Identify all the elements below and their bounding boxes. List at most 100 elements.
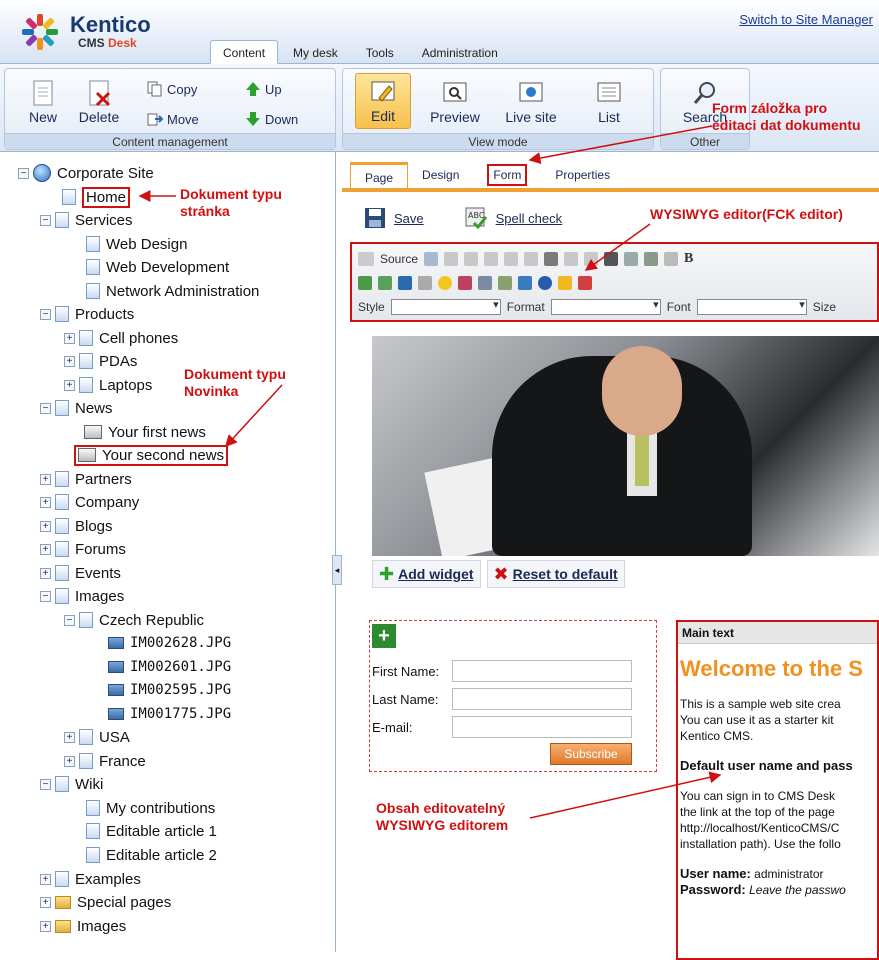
tree-item-special-pages[interactable]: + Special pages: [40, 891, 171, 913]
collapse-icon[interactable]: −: [64, 614, 75, 626]
remove-format-icon[interactable]: [664, 252, 679, 266]
collapse-icon[interactable]: −: [40, 778, 51, 790]
tree-root[interactable]: − Corporate Site: [18, 162, 154, 184]
bold-icon[interactable]: B: [684, 251, 693, 267]
new-button[interactable]: New: [15, 75, 71, 131]
special-char-icon[interactable]: [458, 276, 472, 290]
tree-item-im002628[interactable]: IM002628.JPG: [108, 632, 231, 654]
smiley-icon[interactable]: [438, 276, 452, 290]
up-button[interactable]: Up: [245, 79, 282, 99]
tree-item-czech-republic[interactable]: − Czech Republic: [64, 609, 204, 631]
inline-widget-icon[interactable]: [518, 276, 532, 290]
email-input[interactable]: [452, 716, 632, 738]
insert-media-icon[interactable]: [378, 276, 392, 290]
reset-to-default-button[interactable]: ✖ Reset to default: [486, 560, 625, 588]
expand-icon[interactable]: +: [64, 731, 75, 743]
tree-item-usa[interactable]: + USA: [64, 726, 130, 748]
paste-text-icon[interactable]: [504, 252, 519, 266]
add-widget-button[interactable]: ✚ Add widget: [372, 560, 481, 588]
tree-item-partners[interactable]: + Partners: [40, 468, 132, 490]
list-button[interactable]: List: [581, 75, 637, 131]
select-all-icon[interactable]: [644, 252, 659, 266]
tree-item-examples[interactable]: + Examples: [40, 868, 141, 890]
tree-item-your-second-news[interactable]: Your second news: [74, 444, 229, 466]
expand-icon[interactable]: +: [40, 543, 51, 555]
last-name-input[interactable]: [452, 688, 632, 710]
tab-page[interactable]: Page: [350, 162, 409, 188]
tree-item-pdas[interactable]: + PDAs: [64, 350, 137, 372]
tab-content[interactable]: Content: [210, 40, 279, 64]
collapse-icon[interactable]: −: [40, 214, 51, 226]
tab-administration[interactable]: Administration: [409, 40, 511, 64]
cut-icon[interactable]: [444, 252, 459, 266]
tree-item-network-administration[interactable]: Network Administration: [86, 280, 259, 302]
tree-item-my-contributions[interactable]: My contributions: [86, 797, 215, 819]
tree-item-news[interactable]: − News: [40, 397, 113, 419]
expand-icon[interactable]: +: [40, 567, 51, 579]
redo-icon[interactable]: [584, 252, 599, 266]
preview-button[interactable]: Preview: [427, 75, 483, 131]
tree-item-editable-article-1[interactable]: Editable article 1: [86, 820, 217, 842]
paste-icon[interactable]: [484, 252, 499, 266]
youtube-icon[interactable]: [578, 276, 592, 290]
expand-icon[interactable]: +: [64, 379, 75, 391]
find-icon[interactable]: [604, 252, 619, 266]
source-icon[interactable]: [358, 252, 374, 266]
expand-icon[interactable]: +: [40, 873, 51, 885]
inline-control-icon[interactable]: [498, 276, 512, 290]
main-text-zone[interactable]: Main text Welcome to the S This is a sam…: [676, 620, 879, 960]
style-select[interactable]: [390, 298, 501, 315]
tree-item-forums[interactable]: + Forums: [40, 538, 126, 560]
collapse-icon[interactable]: −: [40, 308, 51, 320]
tab-my-desk[interactable]: My desk: [280, 40, 351, 64]
link-icon[interactable]: [538, 276, 552, 290]
horizontal-rule-icon[interactable]: [418, 276, 432, 290]
star-icon[interactable]: [558, 276, 572, 290]
pane-splitter-handle[interactable]: ◂: [332, 555, 342, 585]
font-select[interactable]: [696, 298, 807, 315]
tree-item-france[interactable]: + France: [64, 750, 146, 772]
tree-item-images[interactable]: − Images: [40, 585, 124, 607]
delete-button[interactable]: Delete: [71, 75, 127, 131]
tree-item-wiki[interactable]: − Wiki: [40, 773, 103, 795]
tree-item-im002601[interactable]: IM002601.JPG: [108, 656, 231, 678]
tree-item-your-first-news[interactable]: Your first news: [84, 421, 206, 443]
tree-item-company[interactable]: + Company: [40, 491, 139, 513]
subscribe-button[interactable]: Subscribe: [550, 743, 632, 765]
print-icon[interactable]: [544, 252, 559, 266]
copy-button[interactable]: Copy: [147, 79, 197, 99]
undo-icon[interactable]: [564, 252, 579, 266]
collapse-icon[interactable]: −: [40, 590, 51, 602]
expand-icon[interactable]: +: [40, 520, 51, 532]
edit-button[interactable]: Edit: [355, 73, 411, 129]
expand-icon[interactable]: +: [64, 332, 75, 344]
down-button[interactable]: Down: [245, 109, 298, 129]
tree-item-home[interactable]: Home: [62, 186, 131, 208]
tree-item-im001775[interactable]: IM001775.JPG: [108, 703, 231, 725]
expand-icon[interactable]: +: [40, 496, 51, 508]
tab-properties[interactable]: Properties: [541, 162, 624, 188]
paste-word-icon[interactable]: [524, 252, 539, 266]
expand-icon[interactable]: +: [64, 355, 75, 367]
add-widget-plus-icon[interactable]: +: [372, 624, 396, 648]
tab-tools[interactable]: Tools: [353, 40, 407, 64]
page-break-icon[interactable]: [478, 276, 492, 290]
tab-design[interactable]: Design: [408, 162, 473, 188]
tree-item-blogs[interactable]: + Blogs: [40, 515, 113, 537]
replace-icon[interactable]: [624, 252, 639, 266]
tree-item-im002595[interactable]: IM002595.JPG: [108, 679, 231, 701]
collapse-icon[interactable]: −: [40, 402, 51, 414]
spell-check-button[interactable]: Spell check: [496, 211, 562, 226]
tree-item-products[interactable]: − Products: [40, 303, 134, 325]
tree-item-web-development[interactable]: Web Development: [86, 256, 229, 278]
save-button[interactable]: Save: [394, 211, 424, 226]
expand-icon[interactable]: +: [64, 755, 75, 767]
tree-item-laptops[interactable]: + Laptops: [64, 374, 152, 396]
expand-icon[interactable]: +: [40, 473, 51, 485]
insert-image-icon[interactable]: [358, 276, 372, 290]
move-button[interactable]: Move: [147, 109, 199, 129]
tab-form[interactable]: Form: [473, 162, 541, 188]
tree-item-editable-article-2[interactable]: Editable article 2: [86, 844, 217, 866]
copy-icon[interactable]: [464, 252, 479, 266]
switch-to-site-manager-link[interactable]: Switch to Site Manager: [739, 12, 873, 27]
